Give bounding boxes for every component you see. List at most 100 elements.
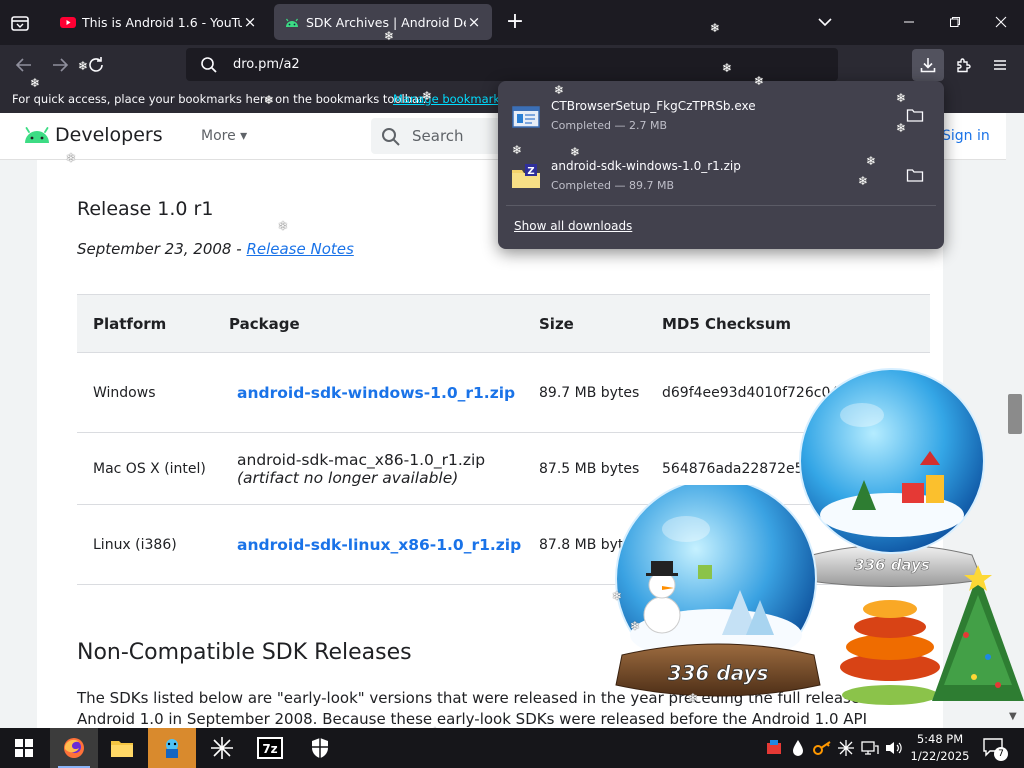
close-window-icon[interactable] (978, 0, 1024, 44)
show-all-downloads-link[interactable]: Show all downloads (514, 219, 632, 233)
panel-divider (506, 205, 936, 206)
more-label: More (201, 128, 236, 144)
chevron-down-icon[interactable] (816, 13, 834, 31)
release-date: September 23, 2008 - Release Notes (77, 240, 354, 258)
size-cell: 89.7 MB bytes (523, 352, 646, 433)
package-download-link[interactable]: android-sdk-linux_x86-1.0_r1.zip (237, 536, 521, 554)
site-search-input[interactable]: Search (371, 118, 511, 154)
package-cell: android-sdk-linux_x86-1.0_r1.zip (213, 504, 523, 585)
minimize-icon[interactable] (886, 0, 932, 44)
forward-icon[interactable] (49, 54, 71, 76)
download-status: Completed — 89.7 MB (551, 179, 675, 192)
system-clock[interactable]: 5:48 PM 1/22/2025 (908, 731, 972, 765)
reload-icon[interactable] (85, 54, 107, 76)
bookmarks-hint: For quick access, place your bookmarks h… (12, 92, 427, 106)
address-bar[interactable]: dro.pm/a2 (186, 48, 838, 81)
taskbar-firefox[interactable] (50, 728, 98, 768)
clock-date: 1/22/2025 (910, 749, 970, 763)
download-status: Completed — 2.7 MB (551, 119, 668, 132)
shield-icon (312, 738, 328, 758)
tray-crosshair-icon[interactable] (836, 738, 856, 758)
notification-badge: 7 (994, 747, 1008, 761)
column-header: Size (523, 294, 646, 353)
firefox-icon (64, 738, 84, 758)
folder-icon[interactable] (906, 167, 924, 183)
platform-cell: Windows (77, 352, 213, 433)
tab-title: SDK Archives | Android Develo (306, 14, 466, 30)
platform-cell: Mac OS X (intel) (77, 432, 213, 505)
start-icon (15, 739, 33, 757)
file-explorer-icon (111, 741, 133, 757)
table-header-row: Platform Package Size MD5 Checksum (77, 294, 930, 353)
tab-sdk-archives[interactable]: SDK Archives | Android Develo × (274, 4, 492, 40)
back-icon[interactable] (13, 54, 35, 76)
tray-app-icon[interactable] (764, 738, 784, 758)
taskbar-file-explorer[interactable] (98, 728, 146, 768)
package-name: android-sdk-mac_x86-1.0_r1.zip (237, 450, 486, 469)
caret-down-icon: ▾ (240, 128, 248, 144)
downloads-button[interactable] (912, 49, 944, 81)
svg-text:7z: 7z (262, 742, 277, 756)
clock-time: 5:48 PM (916, 732, 964, 746)
globe-countdown-label: 336 days (668, 661, 769, 685)
scrollbar-thumb[interactable] (1008, 394, 1022, 434)
7zip-icon: 7z (257, 737, 283, 759)
download-icon (920, 58, 936, 73)
download-filename: CTBrowserSetup_FkgCzTPRSb.exe (551, 99, 756, 113)
release-heading: Release 1.0 r1 (77, 198, 214, 220)
close-tab-icon[interactable]: × (242, 14, 258, 30)
search-placeholder: Search (412, 127, 464, 145)
volume-icon[interactable] (884, 738, 904, 758)
taskbar-app[interactable] (148, 728, 196, 768)
taskbar-security[interactable] (296, 728, 344, 768)
new-tab-button[interactable]: + (504, 11, 526, 33)
extensions-icon[interactable] (948, 49, 980, 81)
taskbar-crosshair-app[interactable] (198, 728, 246, 768)
tab-youtube[interactable]: This is Android 1.6 - YouTube × (50, 4, 268, 40)
navigation-toolbar: dro.pm/a2 (0, 45, 1024, 85)
taskbar-7zip[interactable]: 7z (246, 728, 294, 768)
package-download-link[interactable]: android-sdk-windows-1.0_r1.zip (237, 384, 515, 402)
package-note: (artifact no longer available) (237, 468, 459, 487)
search-icon (382, 128, 400, 146)
folder-icon[interactable] (906, 107, 924, 123)
column-header: Platform (77, 294, 213, 353)
christmas-tree-decoration (840, 565, 1024, 705)
more-menu[interactable]: More ▾ (201, 128, 247, 144)
column-header: Package (213, 294, 523, 353)
sign-in-link[interactable]: Sign in (942, 128, 990, 144)
download-filename: android-sdk-windows-1.0_r1.zip (551, 159, 741, 173)
android-logo-icon (25, 127, 49, 143)
app-icon (166, 739, 178, 758)
windows-taskbar: 7z 5:48 PM 1/22/2025 7 (0, 728, 1024, 768)
youtube-icon (60, 17, 76, 28)
tab-bar: This is Android 1.6 - YouTube × SDK Arch… (0, 0, 1024, 45)
date-text: September 23, 2008 - (77, 240, 247, 258)
zip-folder-icon: Z (512, 164, 540, 188)
url-text: dro.pm/a2 (233, 57, 300, 72)
network-icon[interactable] (860, 738, 880, 758)
package-cell: android-sdk-mac_x86-1.0_r1.zip (artifact … (213, 432, 523, 505)
installer-icon (512, 106, 540, 128)
action-center-button[interactable]: 7 (982, 737, 1008, 761)
menu-icon[interactable] (984, 49, 1016, 81)
svg-text:Z: Z (527, 166, 534, 177)
start-button[interactable] (0, 728, 48, 768)
site-brand[interactable]: Developers (55, 124, 163, 146)
close-tab-icon[interactable]: × (466, 14, 482, 30)
download-item[interactable]: Z android-sdk-windows-1.0_r1.zip Complet… (506, 149, 936, 205)
key-icon[interactable] (812, 738, 832, 758)
android-icon (286, 18, 298, 27)
snow-globe-widget-left[interactable]: 336 days (612, 485, 824, 705)
droplet-icon[interactable] (788, 738, 808, 758)
downloads-panel: CTBrowserSetup_FkgCzTPRSb.exe Completed … (498, 81, 944, 249)
download-item[interactable]: CTBrowserSetup_FkgCzTPRSb.exe Completed … (506, 89, 936, 145)
crosshair-icon (211, 737, 233, 759)
tab-list-icon[interactable] (8, 11, 32, 35)
platform-cell: Linux (i386) (77, 504, 213, 585)
release-notes-link[interactable]: Release Notes (246, 240, 353, 258)
package-cell: android-sdk-windows-1.0_r1.zip (213, 352, 523, 433)
search-icon (201, 57, 217, 73)
non-compatible-heading: Non-Compatible SDK Releases (77, 640, 412, 665)
maximize-icon[interactable] (932, 0, 978, 44)
